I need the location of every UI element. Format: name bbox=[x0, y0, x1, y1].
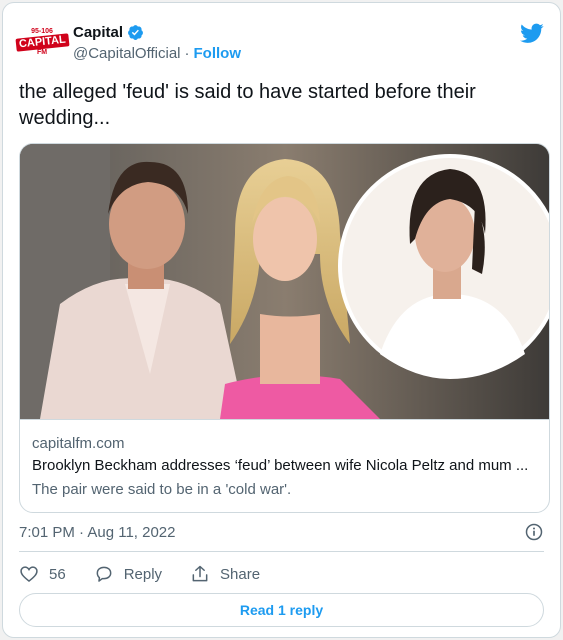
author-display-name[interactable]: Capital bbox=[73, 24, 123, 41]
share-button[interactable]: Share bbox=[190, 564, 260, 584]
author-handle[interactable]: @CapitalOfficial bbox=[73, 45, 181, 62]
link-domain: capitalfm.com bbox=[32, 435, 125, 452]
tweet-timestamp[interactable]: 7:01 PM · Aug 11, 2022 bbox=[19, 524, 176, 541]
tweet-card: 95-106 CAPITAL FM Capital @CapitalOffici… bbox=[2, 2, 561, 638]
share-icon bbox=[192, 565, 208, 582]
tweet-text: the alleged 'feud' is said to have start… bbox=[19, 81, 476, 129]
handle-separator: · bbox=[184, 45, 190, 62]
follow-button[interactable]: Follow bbox=[194, 45, 242, 62]
capital-fm-logo[interactable]: 95-106 CAPITAL FM bbox=[15, 23, 69, 61]
twitter-bird-icon[interactable] bbox=[520, 21, 544, 45]
article-photo[interactable] bbox=[20, 144, 549, 419]
divider bbox=[19, 551, 544, 552]
heart-icon bbox=[20, 566, 38, 583]
tweet-header: 95-106 CAPITAL FM Capital @CapitalOffici… bbox=[15, 17, 544, 65]
read-replies-button[interactable]: Read 1 reply bbox=[19, 593, 544, 627]
share-label: Share bbox=[220, 565, 261, 583]
link-info: capitalfm.com Brooklyn Beckham addresses… bbox=[20, 419, 549, 512]
reply-bubble-icon bbox=[96, 566, 112, 582]
like-button[interactable]: 56 bbox=[19, 564, 66, 584]
author-names: Capital @CapitalOfficial · Follow bbox=[73, 23, 241, 63]
reply-label: Reply bbox=[123, 565, 163, 583]
article-photo-illustration bbox=[20, 144, 549, 419]
tweet-actions: 56 Reply Share bbox=[19, 561, 260, 587]
like-count: 56 bbox=[49, 565, 66, 583]
logo-line-2: CAPITAL bbox=[15, 32, 69, 52]
logo-line-3: FM bbox=[36, 48, 48, 56]
reply-button[interactable]: Reply bbox=[94, 564, 162, 584]
verified-badge-icon bbox=[128, 25, 143, 40]
info-icon[interactable] bbox=[524, 522, 544, 542]
link-title[interactable]: Brooklyn Beckham addresses ‘feud’ betwee… bbox=[32, 456, 537, 476]
link-description: The pair were said to be in a 'cold war'… bbox=[32, 481, 292, 498]
tweet-meta: 7:01 PM · Aug 11, 2022 bbox=[19, 519, 544, 545]
link-preview-card[interactable]: capitalfm.com Brooklyn Beckham addresses… bbox=[19, 143, 550, 513]
